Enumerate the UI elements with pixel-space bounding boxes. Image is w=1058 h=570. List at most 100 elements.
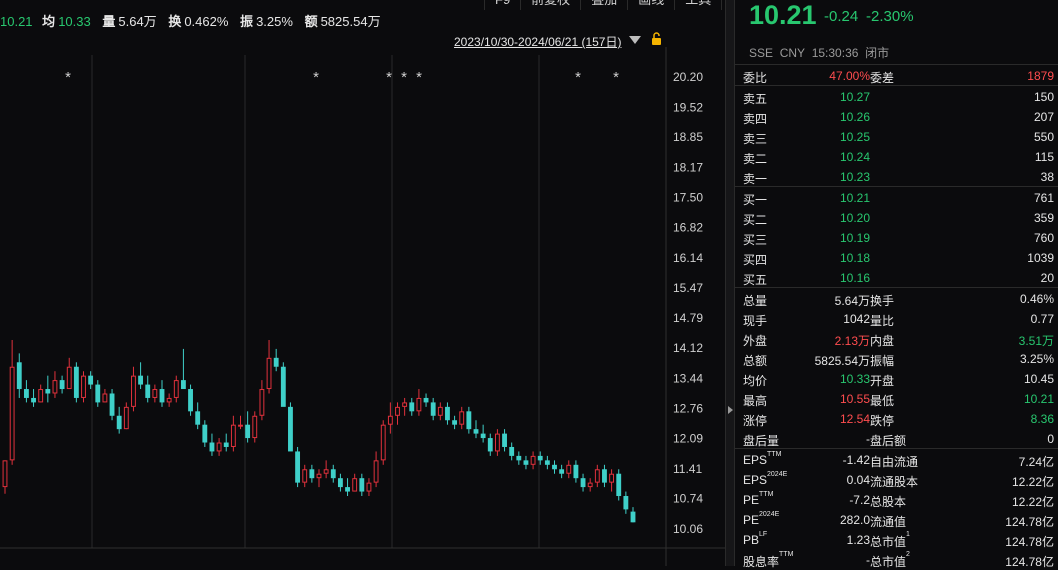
candle-body[interactable] <box>352 478 358 492</box>
candle-body[interactable] <box>259 389 265 416</box>
event-marker[interactable]: * <box>401 69 407 86</box>
candle-body[interactable] <box>59 380 65 390</box>
candle-body[interactable] <box>88 375 94 385</box>
candle-body[interactable] <box>337 478 343 488</box>
candle-body[interactable] <box>245 424 251 439</box>
candle-body[interactable] <box>195 411 201 425</box>
candle-body[interactable] <box>509 446 515 456</box>
candle-body[interactable] <box>473 429 479 434</box>
candle-body[interactable] <box>459 411 465 425</box>
candle-body[interactable] <box>145 384 151 398</box>
candle-body[interactable] <box>466 411 472 430</box>
candle-body[interactable] <box>31 397 36 403</box>
candle-body[interactable] <box>530 455 536 465</box>
candle-body[interactable] <box>16 362 22 390</box>
panel-toggle[interactable] <box>725 0 735 566</box>
bid-level-row[interactable]: 买四 10.18 1039 <box>735 247 1058 267</box>
candle-body[interactable] <box>52 380 58 394</box>
candle-body[interactable] <box>587 482 593 488</box>
bid-level-row[interactable]: 买五 10.16 20 <box>735 267 1058 287</box>
event-marker[interactable]: * <box>613 69 619 86</box>
date-range-selector[interactable]: 2023/10/30-2024/06/21 (157日) <box>454 33 621 50</box>
candle-body[interactable] <box>537 455 543 461</box>
candle-body[interactable] <box>173 380 179 398</box>
candle-body[interactable] <box>45 389 51 394</box>
ask-level-row[interactable]: 卖三 10.25 550 <box>735 126 1058 146</box>
candle-body[interactable] <box>452 420 458 425</box>
candle-body[interactable] <box>102 393 108 403</box>
candle-body[interactable] <box>623 496 629 510</box>
candle-body[interactable] <box>166 397 172 403</box>
candlestick-chart[interactable]: 20.20 19.52 18.85 18.17 17.50 16.82 16.14 15.47… <box>0 0 725 566</box>
candle-body[interactable] <box>594 469 600 483</box>
candle-body[interactable] <box>266 357 272 390</box>
candle-body[interactable] <box>138 375 144 385</box>
candle-body[interactable] <box>544 460 550 465</box>
candle-body[interactable] <box>573 464 579 479</box>
candle-body[interactable] <box>523 460 529 465</box>
candle-body[interactable] <box>152 389 158 398</box>
chart-panel[interactable]: 20.20 19.52 18.85 18.17 17.50 16.82 16.14 15.47… <box>0 0 725 566</box>
candle-body[interactable] <box>323 469 329 474</box>
ask-level-row[interactable]: 卖二 10.24 115 <box>735 146 1058 166</box>
candle-body[interactable] <box>516 455 522 461</box>
candle-body[interactable] <box>580 478 586 488</box>
f9-button[interactable]: F9 <box>484 0 520 10</box>
candle-body[interactable] <box>230 424 236 447</box>
candle-body[interactable] <box>359 478 365 492</box>
chevron-right-icon[interactable] <box>728 406 733 414</box>
event-marker[interactable]: * <box>386 69 392 86</box>
lock-icon[interactable] <box>651 32 663 45</box>
candle-body[interactable] <box>38 389 44 403</box>
tools-button[interactable]: 工具 <box>674 0 721 10</box>
candle-body[interactable] <box>395 406 400 416</box>
candle-body[interactable] <box>302 469 308 483</box>
candle-body[interactable] <box>209 442 215 452</box>
candle-body[interactable] <box>416 397 422 412</box>
candle-body[interactable] <box>445 406 450 421</box>
candle-body[interactable] <box>288 406 293 452</box>
candle-body[interactable] <box>9 366 15 461</box>
candle-body[interactable] <box>131 375 136 407</box>
candle-body[interactable] <box>330 469 336 479</box>
candle-body[interactable] <box>345 487 350 492</box>
candle-body[interactable] <box>437 406 443 416</box>
candle-body[interactable] <box>566 464 572 474</box>
candle-body[interactable] <box>430 402 436 416</box>
candle-body[interactable] <box>188 389 193 412</box>
ask-level-row[interactable]: 卖五 10.27 150 <box>735 86 1058 106</box>
candle-body[interactable] <box>123 406 129 430</box>
draw-button[interactable]: 画线 <box>627 0 674 10</box>
candle-body[interactable] <box>66 366 72 390</box>
candle-body[interactable] <box>116 415 122 430</box>
candle-body[interactable] <box>295 451 301 483</box>
chevron-down-icon[interactable] <box>629 36 641 44</box>
candle-body[interactable] <box>202 424 208 443</box>
candle-body[interactable] <box>23 389 29 398</box>
bid-level-row[interactable]: 买一 10.21 761 <box>735 187 1058 207</box>
candle-body[interactable] <box>366 482 372 492</box>
candle-body[interactable] <box>630 511 636 523</box>
candle-body[interactable] <box>81 375 86 398</box>
event-marker[interactable]: * <box>575 69 581 86</box>
candle-body[interactable] <box>387 415 393 425</box>
ask-level-row[interactable]: 卖一 10.23 38 <box>735 166 1058 186</box>
candle-body[interactable] <box>602 469 607 483</box>
candle-body[interactable] <box>216 442 222 452</box>
candle-body[interactable] <box>95 384 101 403</box>
candle-body[interactable] <box>609 473 615 483</box>
overlay-button[interactable]: 叠加 <box>580 0 627 10</box>
candle-body[interactable] <box>252 415 258 439</box>
candle-body[interactable] <box>616 473 622 497</box>
event-marker[interactable]: * <box>65 69 71 86</box>
candle-body[interactable] <box>180 380 186 390</box>
candle-body[interactable] <box>494 433 500 452</box>
candle-body[interactable] <box>273 357 279 367</box>
candle-body[interactable] <box>409 402 415 412</box>
candle-body[interactable] <box>223 442 229 447</box>
candle-body[interactable] <box>109 393 115 416</box>
candle-body[interactable] <box>316 473 322 479</box>
candle-body[interactable] <box>559 469 565 474</box>
candle-body[interactable] <box>280 366 286 407</box>
candle-body[interactable] <box>373 460 379 483</box>
